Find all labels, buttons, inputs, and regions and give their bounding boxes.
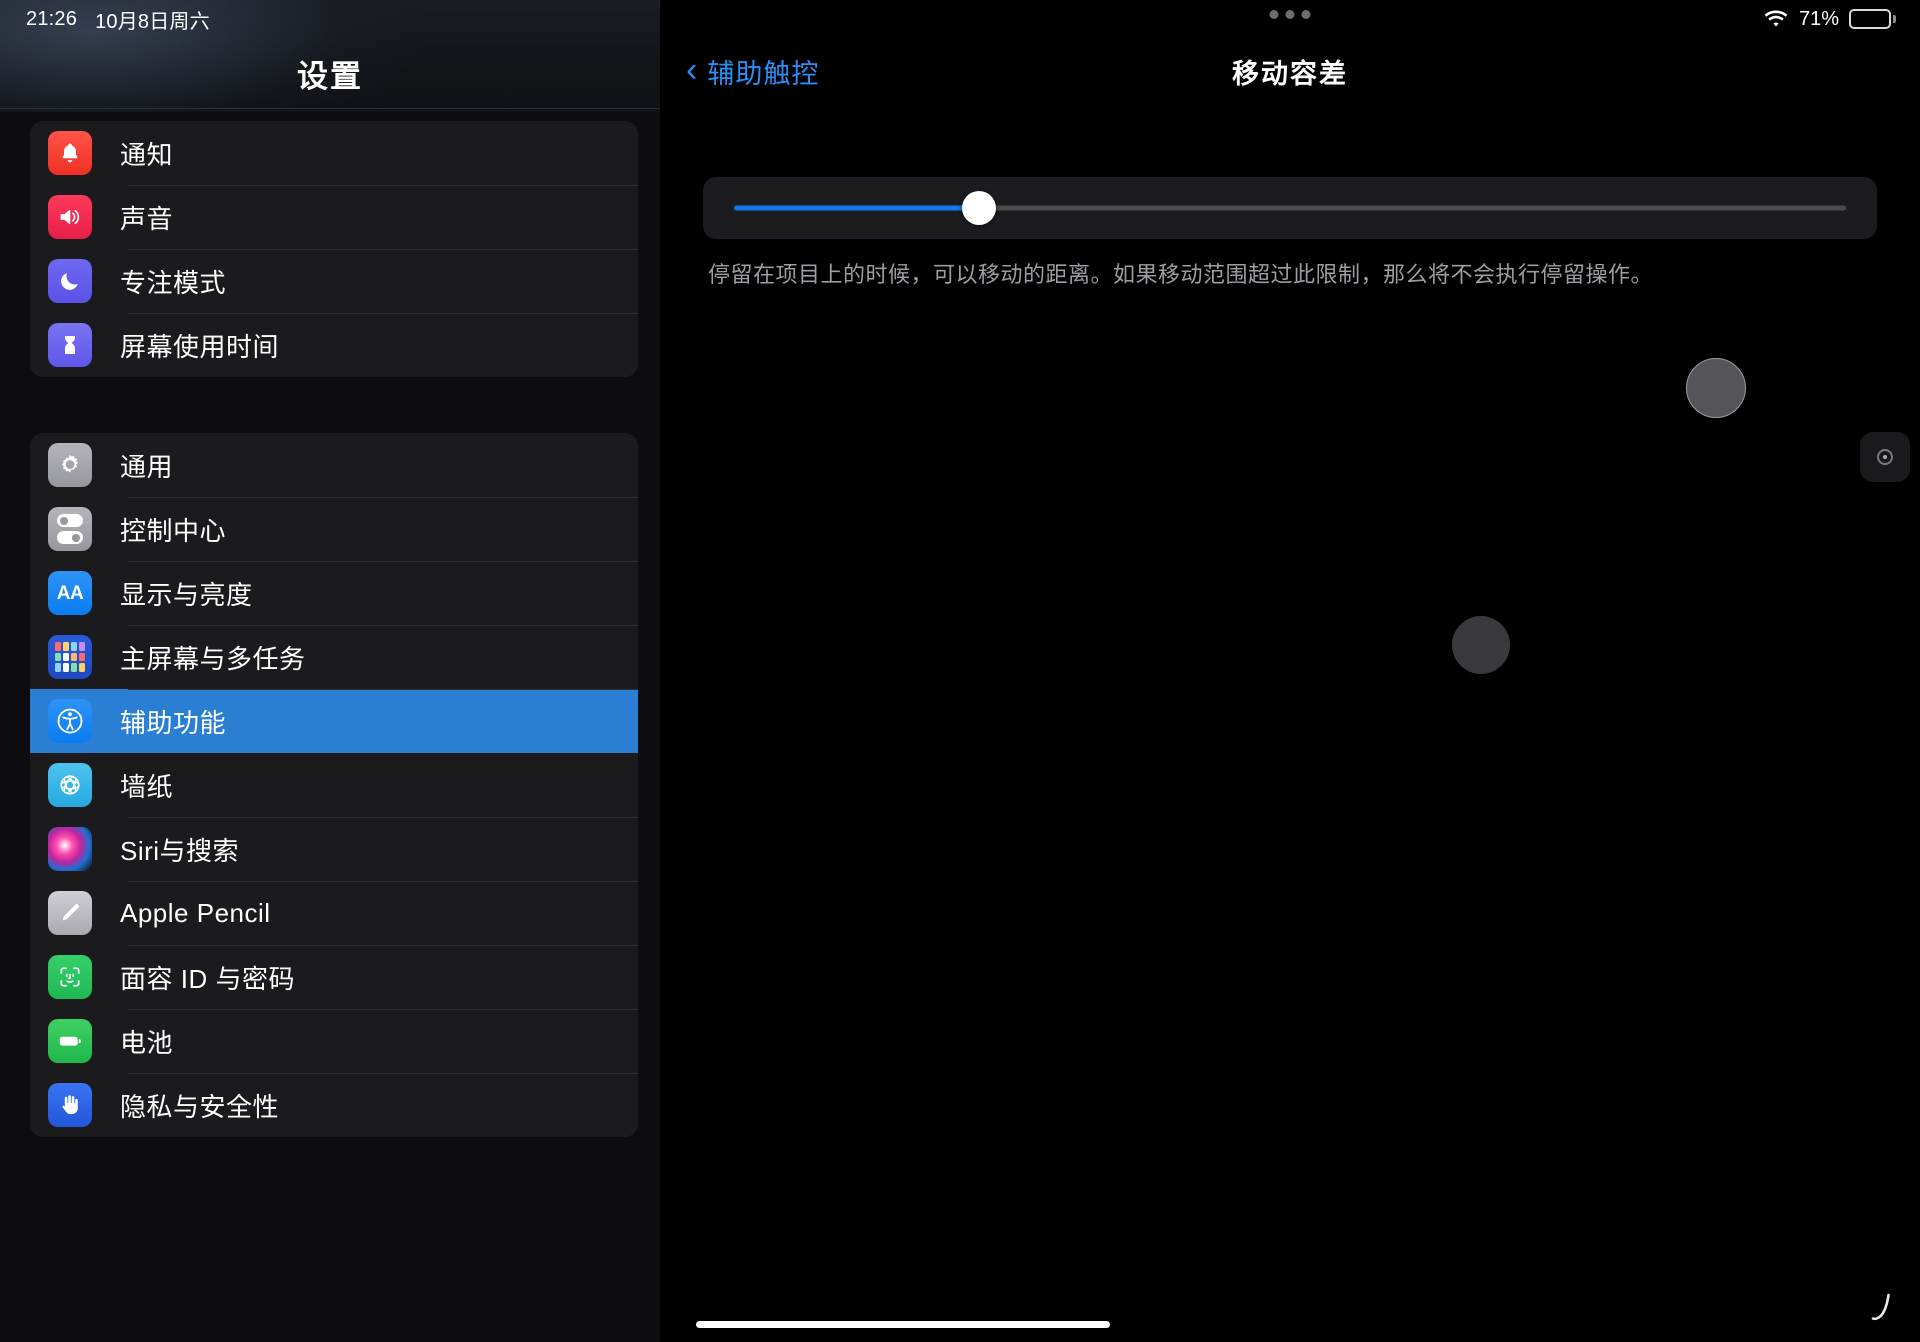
- back-button-label: 辅助触控: [707, 58, 820, 89]
- sidebar-item-label: Siri与搜索: [120, 835, 240, 866]
- sidebar-item-label: 通知: [120, 139, 174, 170]
- ipad-settings-screen: 21:26 10月8日周六 设置 通知 声音 专注模式 屏幕使用时间 通用 控制…: [0, 0, 1920, 1342]
- sidebar-item-label: 通用: [120, 451, 174, 482]
- status-date: 10月8日周六: [95, 10, 210, 33]
- sidebar-item-label: 控制中心: [120, 515, 227, 546]
- sidebar-item-wallpaper[interactable]: 墙纸: [30, 753, 638, 817]
- wifi-icon: [1763, 9, 1789, 29]
- pointer-cursor: [1870, 1292, 1892, 1322]
- sidebar-item-label: Apple Pencil: [120, 897, 271, 928]
- settings-sidebar: 21:26 10月8日周六 设置 通知 声音 专注模式 屏幕使用时间 通用 控制…: [0, 0, 660, 1342]
- sidebar-item-label: 显示与亮度: [120, 579, 253, 610]
- sidebar-item-focus[interactable]: 专注模式: [30, 249, 638, 313]
- assistive-touch-button[interactable]: [1860, 432, 1910, 482]
- slider-fill: [734, 205, 979, 211]
- dwell-control-shadow: [1452, 616, 1510, 674]
- sidebar-item-control-center[interactable]: 控制中心: [30, 497, 638, 561]
- sidebar-item-label: 屏幕使用时间: [120, 331, 280, 362]
- chevron-left-icon: ‹: [686, 50, 698, 89]
- status-time: 21:26: [26, 7, 78, 30]
- sidebar-item-label: 主屏幕与多任务: [120, 643, 306, 674]
- hourglass-icon: [48, 323, 92, 367]
- wallpaper-icon: [48, 763, 92, 807]
- sidebar-item-privacy[interactable]: 隐私与安全性: [30, 1073, 638, 1137]
- sidebar-item-label: 墙纸: [120, 771, 174, 802]
- sidebar-item-notifications[interactable]: 通知: [30, 121, 638, 185]
- sidebar-status-bar: 21:26 10月8日周六: [0, 0, 660, 38]
- sidebar-item-screen-time[interactable]: 屏幕使用时间: [30, 313, 638, 377]
- sidebar-item-face-id[interactable]: 面容 ID 与密码: [30, 945, 638, 1009]
- face-id-icon: [48, 955, 92, 999]
- battery-percent-label: 71%: [1798, 7, 1839, 30]
- multitask-grabber[interactable]: [1269, 10, 1311, 19]
- pencil-icon: [48, 891, 92, 935]
- sidebar-item-accessibility[interactable]: 辅助功能: [30, 689, 638, 753]
- sidebar-item-label: 声音: [120, 203, 174, 234]
- detail-pane: 71% ‹ 辅助触控 移动容差 停留在项目上的时候，可以移动的距离。如果移动范围…: [660, 0, 1920, 1342]
- hand-raised-icon: [48, 1083, 92, 1127]
- sidebar-item-label: 电池: [120, 1027, 174, 1058]
- slider-caption: 停留在项目上的时候，可以移动的距离。如果移动范围超过此限制，那么将不会执行停留操…: [708, 262, 1654, 287]
- sidebar-scroll-area[interactable]: 通知 声音 专注模式 屏幕使用时间 通用 控制中心 AA 显示与亮度 主屏幕与多…: [0, 109, 660, 1339]
- speaker-icon: [48, 195, 92, 239]
- page-title: 设置: [297, 58, 363, 94]
- text-size-icon: AA: [48, 571, 92, 615]
- moon-icon: [48, 259, 92, 303]
- sidebar-group-1: 通知 声音 专注模式 屏幕使用时间: [30, 121, 638, 377]
- sidebar-item-label: 辅助功能: [120, 707, 227, 738]
- sidebar-item-home-screen[interactable]: 主屏幕与多任务: [30, 625, 638, 689]
- home-indicator[interactable]: [696, 1321, 1110, 1328]
- sidebar-item-display-brightness[interactable]: AA 显示与亮度: [30, 561, 638, 625]
- assistive-touch-icon: [1877, 449, 1893, 465]
- sidebar-group-2: 通用 控制中心 AA 显示与亮度 主屏幕与多任务 辅助功能 墙纸 Siri与搜索…: [30, 433, 638, 1137]
- bell-icon: [48, 131, 92, 175]
- detail-title: 移动容差: [1232, 58, 1348, 89]
- sidebar-item-sounds[interactable]: 声音: [30, 185, 638, 249]
- back-button[interactable]: ‹ 辅助触控: [686, 52, 819, 91]
- aa-glyph: AA: [56, 582, 84, 604]
- gear-icon: [48, 443, 92, 487]
- slider-card: [703, 177, 1877, 239]
- sidebar-item-battery[interactable]: 电池: [30, 1009, 638, 1073]
- movement-tolerance-slider[interactable]: [734, 191, 1846, 225]
- status-right-cluster: 71%: [1763, 8, 1896, 31]
- home-screen-icon: [48, 635, 92, 679]
- battery-cap: [1893, 15, 1896, 23]
- accessibility-icon: [48, 699, 92, 743]
- detail-status-bar: 71%: [660, 0, 1920, 38]
- sidebar-item-label: 隐私与安全性: [120, 1091, 280, 1122]
- battery-indicator: [1849, 9, 1896, 29]
- sidebar-item-label: 专注模式: [120, 267, 227, 298]
- sidebar-item-general[interactable]: 通用: [30, 433, 638, 497]
- siri-icon: [48, 827, 92, 871]
- dwell-control-cursor[interactable]: [1686, 358, 1746, 418]
- battery-icon: [48, 1019, 92, 1063]
- sidebar-item-apple-pencil[interactable]: Apple Pencil: [30, 881, 638, 945]
- slider-thumb[interactable]: [961, 191, 996, 225]
- sidebar-item-siri-search[interactable]: Siri与搜索: [30, 817, 638, 881]
- sidebar-item-label: 面容 ID 与密码: [120, 963, 295, 994]
- toggles-icon: [48, 507, 92, 551]
- detail-nav-bar: ‹ 辅助触控 移动容差: [660, 38, 1920, 104]
